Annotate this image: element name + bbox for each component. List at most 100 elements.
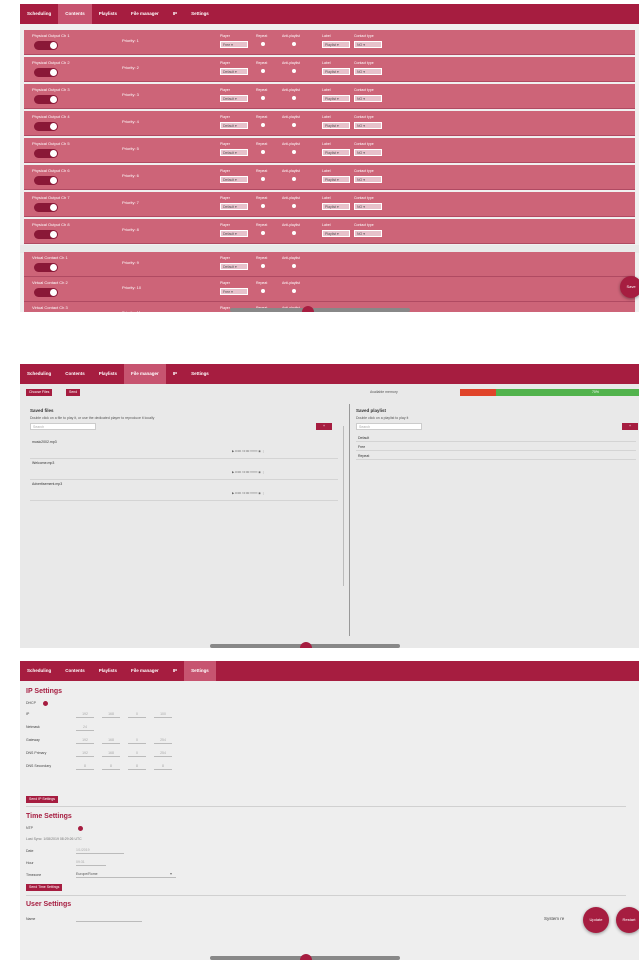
ntp-radio[interactable] [78, 826, 83, 831]
contact-type-select[interactable]: NO ▾ [354, 95, 382, 102]
timezone-select[interactable]: Europe/Rome [76, 871, 176, 878]
player-select[interactable]: Default ▾ [220, 263, 248, 270]
ip-octet-input[interactable]: 192 [76, 711, 94, 718]
enable-toggle[interactable] [34, 149, 58, 158]
label-select[interactable]: Playlist ▾ [322, 176, 350, 183]
antiplaylist-checkbox[interactable] [292, 289, 296, 293]
player-select[interactable]: Free ▾ [220, 288, 248, 295]
player-select[interactable]: Default ▾ [220, 176, 248, 183]
file-row[interactable]: music2002.mp3 ▶ 0:00 / 0:00 ━━━━ ◉ ⋮ [30, 438, 338, 459]
ip-octet-input[interactable]: 254 [154, 750, 172, 757]
add-file-button[interactable]: + [316, 423, 332, 430]
ip-octet-input[interactable]: 168 [102, 711, 120, 718]
ip-octet-input[interactable]: 0 [128, 711, 146, 718]
send-ip-settings-button[interactable]: Send IP Settings [26, 796, 59, 803]
contact-type-select[interactable]: NO ▾ [354, 149, 382, 156]
choose-files-button[interactable]: Choose Files [26, 389, 53, 396]
repeat-checkbox[interactable] [261, 123, 265, 127]
repeat-checkbox[interactable] [261, 177, 265, 181]
antiplaylist-checkbox[interactable] [292, 42, 296, 46]
enable-toggle[interactable] [34, 230, 58, 239]
repeat-checkbox[interactable] [261, 96, 265, 100]
tab-file-manager[interactable]: File manager [124, 661, 166, 681]
tab-contents[interactable]: Contents [58, 4, 92, 24]
player-select[interactable]: Default ▾ [220, 95, 248, 102]
files-search-input[interactable]: Search [30, 423, 96, 430]
contact-type-select[interactable]: NO ▾ [354, 203, 382, 210]
volume-icon[interactable]: ━━━━ ◉ [249, 449, 261, 453]
ip-octet-input[interactable]: 100 [154, 711, 172, 718]
more-icon[interactable]: ⋮ [262, 491, 265, 495]
save-button[interactable]: Save [620, 276, 639, 298]
label-select[interactable]: Playlist ▾ [322, 122, 350, 129]
more-icon[interactable]: ⋮ [262, 449, 265, 453]
audio-player[interactable]: ▶ 0:00 / 0:00 ━━━━ ◉ ⋮ [232, 491, 338, 496]
tab-contents[interactable]: Contents [58, 661, 92, 681]
enable-toggle[interactable] [34, 68, 58, 77]
enable-toggle[interactable] [34, 176, 58, 185]
player-select[interactable]: Free ▾ [220, 41, 248, 48]
antiplaylist-checkbox[interactable] [292, 96, 296, 100]
tab-contents[interactable]: Contents [58, 364, 92, 384]
more-icon[interactable]: ⋮ [262, 470, 265, 474]
contact-type-select[interactable]: NO ▾ [354, 122, 382, 129]
update-button[interactable]: Update [583, 907, 609, 933]
repeat-checkbox[interactable] [261, 289, 265, 293]
label-select[interactable]: Playlist ▾ [322, 41, 350, 48]
enable-toggle[interactable] [34, 203, 58, 212]
antiplaylist-checkbox[interactable] [292, 204, 296, 208]
player-select[interactable]: Default ▾ [220, 203, 248, 210]
antiplaylist-checkbox[interactable] [292, 264, 296, 268]
label-select[interactable]: Playlist ▾ [322, 149, 350, 156]
label-select[interactable]: Playlist ▾ [322, 68, 350, 75]
player-select[interactable]: Default ▾ [220, 149, 248, 156]
ip-octet-input[interactable]: 8 [102, 763, 120, 770]
send-time-settings-button[interactable]: Send Time Settings [26, 884, 63, 891]
label-select[interactable]: Playlist ▾ [322, 203, 350, 210]
tab-file-manager[interactable]: File manager [124, 4, 166, 24]
send-button[interactable]: Send [66, 389, 81, 396]
tab-ip[interactable]: IP [166, 364, 184, 384]
volume-icon[interactable]: ━━━━ ◉ [249, 470, 261, 474]
ip-octet-input[interactable]: 8 [128, 763, 146, 770]
audio-player[interactable]: ▶ 0:00 / 0:00 ━━━━ ◉ ⋮ [232, 449, 338, 454]
playlist-item[interactable]: Default [356, 434, 636, 442]
file-row[interactable]: Advertisement.mp3 ▶ 0:00 / 0:00 ━━━━ ◉ ⋮ [30, 480, 338, 501]
repeat-checkbox[interactable] [261, 42, 265, 46]
user-field[interactable] [76, 915, 142, 922]
scroll-up-icon[interactable] [300, 642, 312, 648]
tab-scheduling[interactable]: Scheduling [20, 4, 58, 24]
label-select[interactable]: Playlist ▾ [322, 95, 350, 102]
ip-octet-input[interactable]: 24 [76, 724, 94, 731]
enable-toggle[interactable] [34, 263, 58, 272]
ip-octet-input[interactable]: 0 [128, 737, 146, 744]
restart-button[interactable]: Restart [616, 907, 639, 933]
repeat-checkbox[interactable] [261, 231, 265, 235]
repeat-checkbox[interactable] [261, 150, 265, 154]
antiplaylist-checkbox[interactable] [292, 177, 296, 181]
dhcp-radio[interactable] [43, 701, 48, 706]
ip-octet-input[interactable]: 8 [154, 763, 172, 770]
file-row[interactable]: Welcome.mp3 ▶ 0:00 / 0:00 ━━━━ ◉ ⋮ [30, 459, 338, 480]
antiplaylist-checkbox[interactable] [292, 231, 296, 235]
scroll-up-icon[interactable] [302, 306, 314, 312]
horizontal-scrollbar[interactable] [230, 308, 410, 312]
hour-field[interactable]: 09:31 [76, 859, 106, 866]
audio-player[interactable]: ▶ 0:00 / 0:00 ━━━━ ◉ ⋮ [232, 470, 338, 475]
contact-type-select[interactable]: NO ▾ [354, 41, 382, 48]
volume-icon[interactable]: ━━━━ ◉ [249, 491, 261, 495]
tab-scheduling[interactable]: Scheduling [20, 364, 58, 384]
ip-octet-input[interactable]: 192 [76, 750, 94, 757]
enable-toggle[interactable] [34, 288, 58, 297]
playlist-item[interactable]: Free [356, 443, 636, 451]
antiplaylist-checkbox[interactable] [292, 69, 296, 73]
ip-octet-input[interactable]: 254 [154, 737, 172, 744]
ip-octet-input[interactable]: 192 [76, 737, 94, 744]
tab-settings[interactable]: Settings [184, 661, 216, 681]
playlist-item[interactable]: Repeat [356, 452, 636, 460]
date-field[interactable]: 1/1/2019 [76, 847, 124, 854]
contact-type-select[interactable]: NO ▾ [354, 230, 382, 237]
contact-type-select[interactable]: NO ▾ [354, 176, 382, 183]
playlist-search-input[interactable]: Search [356, 423, 422, 430]
repeat-checkbox[interactable] [261, 204, 265, 208]
